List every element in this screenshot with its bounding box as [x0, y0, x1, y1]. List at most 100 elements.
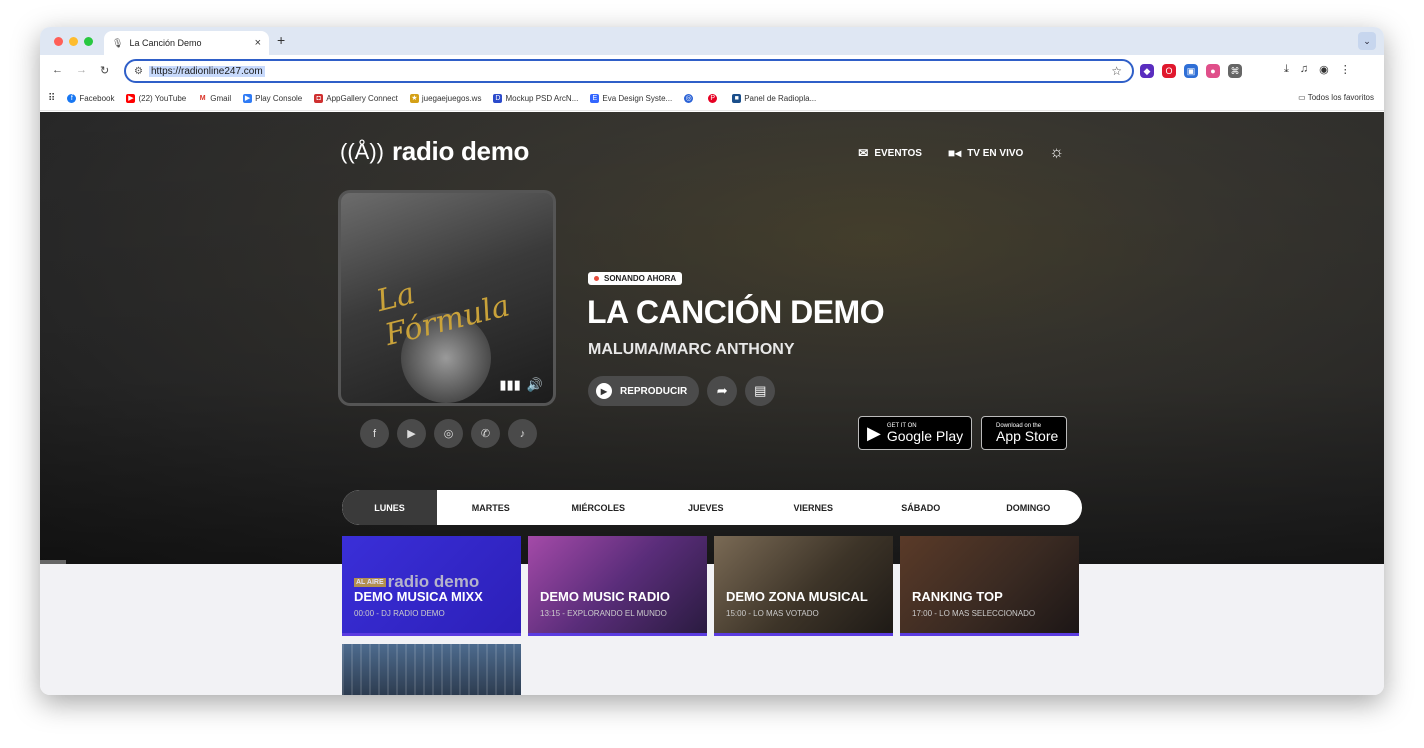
program-title: DEMO MUSICA MIXX [354, 589, 483, 604]
bookmark-item[interactable]: E Eva Design Syste... [590, 94, 672, 103]
profile-avatar-icon[interactable]: ◉ [1319, 63, 1329, 76]
site-logo[interactable]: ((Å)) radio demo [340, 136, 529, 167]
share-icon[interactable]: ➦ [707, 376, 738, 406]
extension-icon-1[interactable]: ◆ [1140, 64, 1154, 78]
bookmark-item[interactable]: ▶ Play Console [243, 94, 302, 103]
window-controls [54, 37, 93, 46]
tab-martes[interactable]: MARTES [437, 490, 545, 525]
program-card[interactable]: DEMO MUSIC RADIO 13:15 - EXPLORANDO EL M… [528, 536, 707, 636]
youtube-icon: ▶ [126, 94, 136, 103]
reload-icon[interactable]: ↻ [100, 64, 109, 77]
google-play-button[interactable]: ▶ GET IT ON Google Play [858, 416, 973, 450]
toolbar-right: ⤓ ♫ ◉ ⋮ [1284, 63, 1351, 76]
volume-icon[interactable]: 🔊 [527, 377, 543, 393]
eva-icon: E [590, 94, 600, 103]
main-nav: ✉ EVENTOS ■◂ TV EN VIVO ☼ [858, 144, 1064, 162]
appgallery-icon: ◘ [314, 94, 324, 103]
program-cards: AL AIRE radio demo DEMO MUSICA MIXX 00:00… [342, 536, 1082, 636]
artist-name: MALUMA/MARC ANTHONY [588, 341, 795, 358]
bookmark-item[interactable]: ◎ [684, 94, 696, 103]
bookmark-item[interactable]: P [708, 94, 720, 103]
tab-title: La Canción Demo [129, 38, 202, 48]
brand-name: radio demo [391, 136, 530, 166]
radio-antenna-icon: ((Å)) [340, 138, 384, 164]
opera-icon[interactable]: O [1162, 64, 1176, 78]
nav-events[interactable]: ✉ EVENTOS [858, 146, 922, 160]
live-dot-icon [594, 276, 599, 281]
forward-icon[interactable]: → [76, 64, 87, 76]
all-bookmarks-button[interactable]: ▭ Todos los favoritos [1298, 93, 1374, 102]
new-tab-button[interactable]: + [277, 32, 285, 48]
extension-icon-2[interactable]: ▣ [1184, 64, 1198, 78]
tab-close-icon[interactable]: × [255, 37, 261, 49]
cover-controls: ▮▮▮ 🔊 [499, 377, 543, 393]
download-icon[interactable]: ⤓ [1284, 63, 1289, 76]
theme-toggle-sun-icon[interactable]: ☼ [1049, 144, 1064, 162]
tab-lunes[interactable]: LUNES [342, 490, 437, 525]
instagram-icon[interactable]: ◎ [434, 419, 463, 448]
program-card[interactable]: DEMO ZONA MUSICAL 15:00 - LO MAS VOTADO [714, 536, 893, 636]
mixer-image [342, 644, 521, 695]
bookmark-icon-a: ◎ [684, 94, 694, 103]
folder-icon: ▭ [1298, 93, 1308, 102]
facebook-icon[interactable]: f [360, 419, 389, 448]
tiktok-icon[interactable]: ♪ [508, 419, 537, 448]
album-cover: La Fórmula ▮▮▮ 🔊 [338, 190, 556, 406]
bookmark-item[interactable]: M Gmail [198, 94, 231, 103]
bookmark-item[interactable]: ◘ AppGallery Connect [314, 94, 398, 103]
browser-tab[interactable]: 🎙 La Canción Demo × [104, 31, 269, 55]
bookmark-star-icon[interactable]: ☆ [1111, 64, 1122, 78]
whatsapp-icon[interactable]: ✆ [471, 419, 500, 448]
bookmark-item[interactable]: D Mockup PSD ArcN... [493, 94, 578, 103]
youtube-icon[interactable]: ▶ [397, 419, 426, 448]
tab-miercoles[interactable]: MIÉRCOLES [545, 490, 653, 525]
nav-tv-live[interactable]: ■◂ TV EN VIVO [948, 146, 1023, 160]
extensions-area: ◆ O ▣ ● ⌘ [1140, 61, 1242, 81]
apps-grid-icon[interactable]: ⠿ [48, 93, 55, 104]
url-text[interactable]: https://radionline247.com [148, 65, 265, 77]
lyrics-icon[interactable]: ▤ [745, 376, 776, 406]
app-store-button[interactable]: Download on the App Store [981, 416, 1068, 450]
panel-icon: ■ [732, 94, 742, 103]
menu-kebab-icon[interactable]: ⋮ [1340, 63, 1351, 76]
bookmark-item[interactable]: ▶ (22) YouTube [126, 94, 186, 103]
hero-section: ((Å)) radio demo ✉ EVENTOS ■◂ TV EN VIVO… [40, 112, 1384, 564]
song-title: LA CANCIÓN DEMO [587, 294, 885, 330]
bookmark-item[interactable]: ■ Panel de Radiopla... [732, 94, 816, 103]
bookmark-item[interactable]: f Facebook [67, 94, 114, 103]
program-subtitle: 15:00 - LO MAS VOTADO [726, 609, 819, 618]
tab-jueves[interactable]: JUEVES [652, 490, 760, 525]
program-subtitle: 17:00 - LO MAS SELECCIONADO [912, 609, 1036, 618]
close-window-button[interactable] [54, 37, 63, 46]
facebook-icon: f [67, 94, 77, 103]
tab-domingo[interactable]: DOMINGO [975, 490, 1083, 525]
play-icon: ▶ [596, 383, 612, 399]
browser-window: 🎙 La Canción Demo × + ⌄ ← → ↻ ⚙ https://… [40, 27, 1384, 695]
back-icon[interactable]: ← [52, 64, 63, 76]
mockup-icon: D [493, 94, 503, 103]
program-title: DEMO MUSIC RADIO [540, 589, 670, 604]
extensions-puzzle-icon[interactable]: ⌘ [1228, 64, 1242, 78]
tab-bar: 🎙 La Canción Demo × + ⌄ [40, 27, 1384, 55]
address-bar[interactable]: ⚙ https://radionline247.com ☆ [124, 59, 1134, 83]
tab-sabado[interactable]: SÁBADO [867, 490, 975, 525]
video-camera-icon: ■◂ [947, 146, 962, 160]
equalizer-icon[interactable]: ▮▮▮ [499, 377, 520, 393]
program-card[interactable]: RANKING TOP 17:00 - LO MAS SELECCIONADO [900, 536, 1079, 636]
minimize-window-button[interactable] [69, 37, 78, 46]
tab-search-icon[interactable]: ⌄ [1358, 32, 1376, 50]
maximize-window-button[interactable] [84, 37, 93, 46]
program-card[interactable]: AL AIRE radio demo DEMO MUSICA MIXX 00:00… [342, 536, 521, 636]
program-card-partial[interactable] [342, 644, 521, 695]
media-icon[interactable]: ♫ [1300, 63, 1308, 76]
tab-viernes[interactable]: VIERNES [760, 490, 868, 525]
gmail-icon: M [198, 94, 208, 103]
schedule-day-tabs: LUNES MARTES MIÉRCOLES JUEVES VIERNES SÁ… [342, 490, 1082, 525]
tab-favicon-icon: 🎙 [112, 37, 124, 48]
program-subtitle: 00:00 - DJ RADIO DEMO [354, 609, 445, 618]
player-controls: ▶ REPRODUCIR ➦ ▤ [588, 376, 776, 406]
site-settings-icon[interactable]: ⚙ [134, 66, 143, 77]
bookmark-item[interactable]: ★ juegaejuegos.ws [409, 94, 481, 103]
extension-icon-3[interactable]: ● [1206, 64, 1220, 78]
play-button[interactable]: ▶ REPRODUCIR [588, 376, 700, 406]
